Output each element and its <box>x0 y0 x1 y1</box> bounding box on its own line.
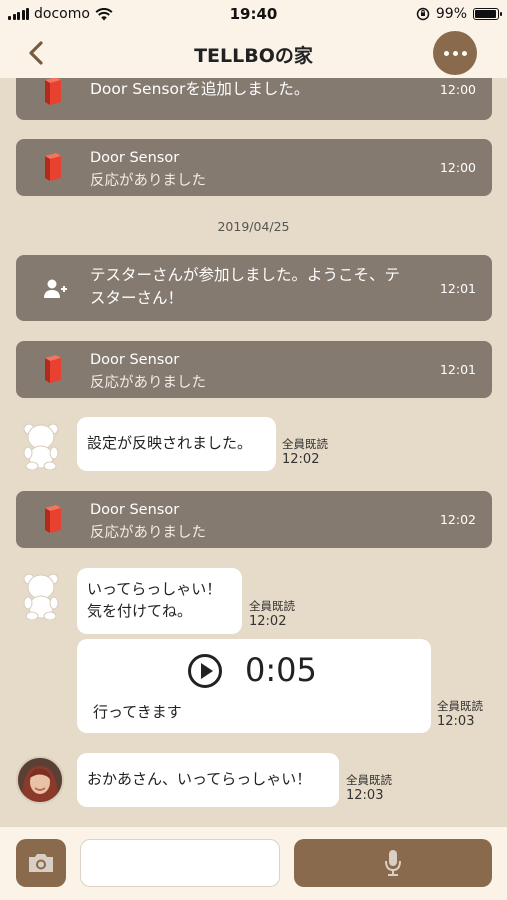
system-message-door-sensor: Door Sensor 反応がありました 12:02 <box>16 491 492 548</box>
join-message-line1: テスターさんが参加しました。ようこそ、テ <box>90 266 401 284</box>
door-sensor-icon <box>42 78 64 105</box>
door-sensor-icon <box>42 504 64 533</box>
message-input[interactable] <box>80 839 280 887</box>
read-status: 全員既読 <box>346 773 392 787</box>
play-icon[interactable] <box>187 653 223 689</box>
battery-percent: 99% <box>435 6 467 22</box>
sensor-name: Door Sensor <box>90 352 180 368</box>
battery-icon <box>473 8 502 20</box>
sensor-status: 反応がありました <box>90 375 206 391</box>
sensor-status: 反応がありました <box>90 173 206 189</box>
message-time: 12:01 <box>439 362 476 377</box>
message-time: 12:03 <box>437 714 475 729</box>
status-bar: docomo 19:40 99% <box>0 0 507 28</box>
message-time: 12:03 <box>346 788 384 803</box>
message-time: 12:01 <box>439 281 476 296</box>
bubble-text: 設定が反映されました。 <box>87 434 253 452</box>
bear-avatar-icon <box>23 573 59 620</box>
read-receipt: 全員既読 12:03 <box>346 773 392 803</box>
user-photo-icon <box>18 758 62 802</box>
input-bar <box>0 826 507 900</box>
sensor-name: Door Sensor <box>90 150 180 166</box>
message-time: 12:00 <box>439 160 476 175</box>
sensor-name: Door Sensor <box>90 502 180 518</box>
user-avatar[interactable] <box>16 756 64 804</box>
chat-bubble[interactable]: おかあさん、いってらっしゃい！ <box>77 753 339 807</box>
system-message-door-sensor: Door Sensor 反応がありました 12:01 <box>16 341 492 398</box>
bubble-text-line2: 気を付けてね。 <box>87 602 193 620</box>
read-status: 全員既読 <box>437 699 483 713</box>
voice-record-button[interactable] <box>294 839 492 887</box>
system-message-door-sensor: Door Sensor 反応がありました 12:00 <box>16 139 492 196</box>
chat-timeline[interactable]: Door Sensorを追加しました。 12:00 Door Sensor 反応… <box>0 78 507 826</box>
bubble-text: おかあさん、いってらっしゃい！ <box>87 770 312 788</box>
date-separator: 2019/04/25 <box>217 219 290 234</box>
chat-bubble[interactable]: 設定が反映されました。 <box>77 417 276 471</box>
sensor-status: 反応がありました <box>90 525 206 541</box>
message-time: 12:02 <box>249 614 287 629</box>
read-receipt: 全員既読 12:03 <box>437 699 483 729</box>
orientation-lock-icon <box>416 7 430 21</box>
message-time: 12:02 <box>282 452 320 467</box>
bear-avatar-icon <box>23 423 59 470</box>
door-sensor-icon <box>42 354 64 383</box>
more-icon <box>443 50 449 56</box>
add-user-icon <box>44 279 67 298</box>
nav-bar: TELLBOの家 <box>0 28 507 78</box>
read-receipt: 全員既読 12:02 <box>282 437 328 467</box>
more-button[interactable] <box>433 31 477 75</box>
system-message-member-joined: テスターさんが参加しました。ようこそ、テ スターさん！ 12:01 <box>16 255 492 321</box>
voice-message[interactable]: 0:05 行ってきます <box>77 639 431 733</box>
microphone-icon <box>385 850 401 876</box>
join-message-line2: スターさん！ <box>90 289 184 307</box>
message-time: 12:02 <box>439 512 476 527</box>
read-status: 全員既読 <box>282 437 328 451</box>
read-status: 全員既読 <box>249 599 295 613</box>
voice-duration: 0:05 <box>245 651 317 689</box>
voice-label: 行ってきます <box>93 703 182 721</box>
camera-button[interactable] <box>16 839 66 887</box>
chat-bubble[interactable]: いってらっしゃい！ 気を付けてね。 <box>77 568 242 634</box>
camera-icon <box>29 854 53 872</box>
read-receipt: 全員既読 12:02 <box>249 599 295 629</box>
page-title: TELLBOの家 <box>194 45 313 67</box>
bubble-text-line1: いってらっしゃい！ <box>87 580 222 598</box>
system-message-sensor-added: Door Sensorを追加しました。 12:00 <box>16 78 492 120</box>
system-message-text: Door Sensorを追加しました。 <box>90 80 310 98</box>
door-sensor-icon <box>42 152 64 181</box>
message-time: 12:00 <box>439 82 476 97</box>
